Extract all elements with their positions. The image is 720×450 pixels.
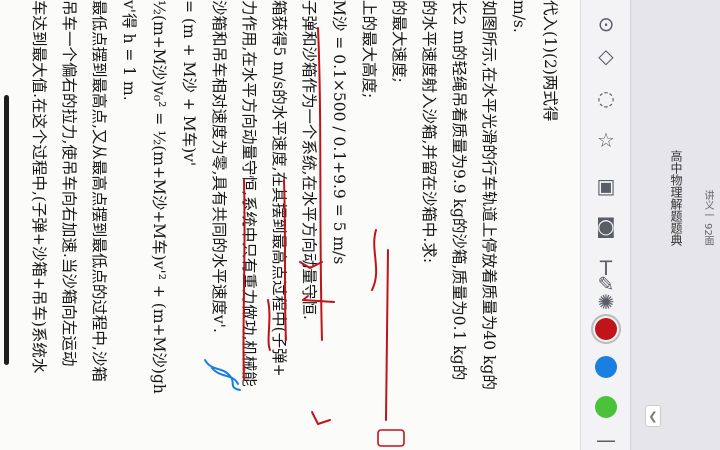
document-page[interactable]: 代入(1)(2)两式得 m/s. 如图所示,在水平光滑的行车轨道上停放着质量为4…: [0, 0, 580, 450]
doc-line-18: 车达到最大值.在这个过程中,(子弹+沙箱+吊车)系统水: [30, 0, 48, 374]
pen-size-icon[interactable]: —: [590, 424, 622, 450]
text-icon[interactable]: [590, 218, 622, 250]
doc-line-9: 子弹和沙箱作为一个系统,在水平方向动量守恒.: [300, 0, 318, 320]
doc-line-5: 的水平速度射入沙箱,并留在沙箱中.求:: [420, 0, 438, 264]
shapes-icon[interactable]: ◇: [590, 40, 622, 72]
doc-line-7: 上的最大高度;: [360, 0, 378, 99]
lasso-icon[interactable]: ⊙: [590, 8, 622, 40]
page-label: 讲义一 92面: [702, 190, 713, 246]
book-title[interactable]: 高中物理解题题典: [668, 150, 685, 246]
color-green-swatch[interactable]: [595, 396, 617, 418]
doc-line-4: 长2 m的轻绳吊着质量为9.9 kg的沙箱,质量为0.1 kg的: [450, 0, 468, 381]
doc-line-11: 力作用,在水平方向动量守恒,系统中只有重力做功,机械能: [240, 0, 258, 387]
doc-line-13: = (m + M沙 + M车)v': [180, 0, 198, 167]
doc-line-14: ½(m+M沙)v₀² = ½(m+M沙+M车)v'² + (m+M沙)gh: [150, 0, 168, 394]
image-icon[interactable]: ▣: [590, 170, 622, 202]
doc-line-2: m/s.: [510, 0, 528, 33]
color-blue-swatch[interactable]: [595, 356, 617, 378]
doc-line-12: 沙箱和吊车相对速度为零,具有共同的水平速度v'.: [210, 0, 228, 333]
doc-line-16: 最低点摆到最高点,又从最高点摆到最低点的过程中,沙箱: [90, 0, 108, 382]
doc-line-3: 如图所示,在水平光滑的行车轨道上停放着质量为40 kg的: [480, 0, 498, 390]
doc-line-8: M沙 = 0.1×500 / 0.1+9.9 = 5 m/s: [330, 0, 348, 265]
page-scroll-indicator[interactable]: [4, 95, 9, 365]
doc-line-6: 的最大速度;: [390, 0, 408, 83]
document-text-block: 代入(1)(2)两式得 m/s. 如图所示,在水平光滑的行车轨道上停放着质量为4…: [0, 0, 570, 450]
annotation-toolbar: ⊙ ◇ ◌ ☆ ▣ ◙ Ｔ ✎ ✺ —: [580, 0, 630, 450]
color-red-swatch[interactable]: [595, 318, 617, 340]
laser-icon[interactable]: ✺: [590, 286, 622, 318]
doc-line-15: v'得 h = 1 m.: [120, 0, 138, 101]
loop-icon[interactable]: ◌: [590, 82, 622, 114]
panel-toggle-icon[interactable]: ❮: [645, 405, 661, 427]
doc-line-17: 吊车一个偏右的拉力,使吊车向右加速.当沙箱向左运动: [60, 0, 78, 367]
star-icon[interactable]: ☆: [590, 124, 622, 156]
doc-line-1: 代入(1)(2)两式得: [541, 0, 559, 122]
doc-line-10: 箱获得5 m/s的水平速度,在其摆到最高点过程中(子弹+: [270, 0, 288, 377]
